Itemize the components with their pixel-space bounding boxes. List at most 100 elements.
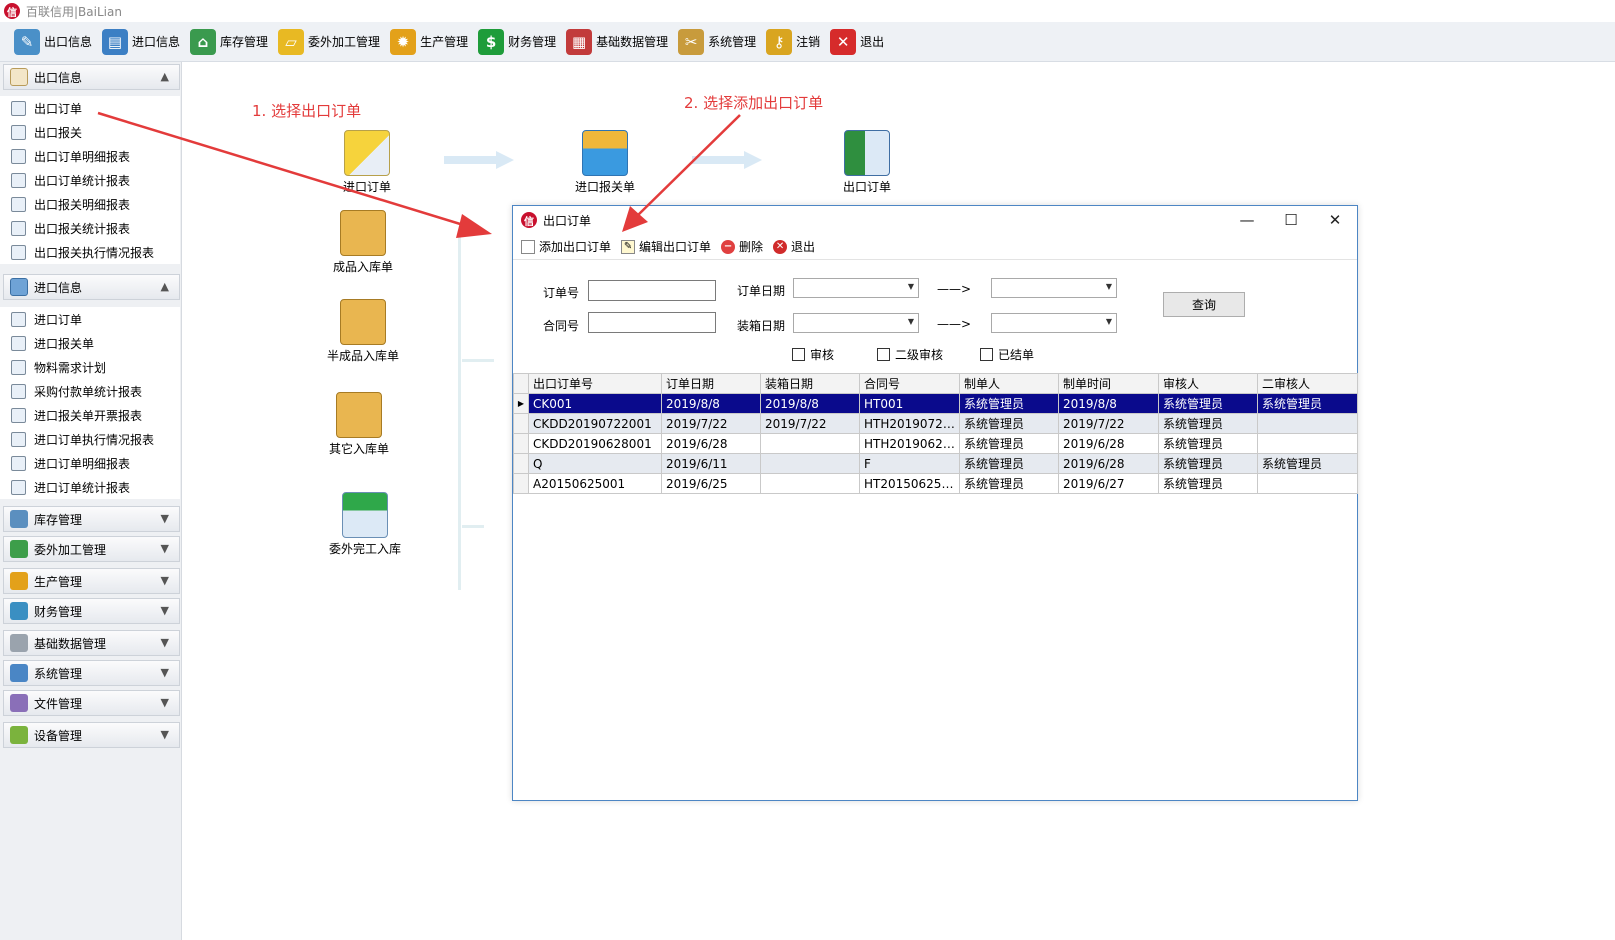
table-cell[interactable]: 2019/6/11: [661, 453, 761, 474]
table-cell[interactable]: 2019/6/28: [1058, 453, 1159, 474]
table-cell[interactable]: CKDD20190722001: [528, 413, 662, 434]
window-tool-2[interactable]: − 删除: [721, 238, 763, 255]
sidebar-item-import-6[interactable]: 进口订单明细报表: [0, 451, 180, 475]
row-pointer-icon[interactable]: ▶: [513, 393, 529, 414]
sidebar-item-export-3[interactable]: 出口订单统计报表: [0, 168, 180, 192]
query-button[interactable]: 查询: [1163, 292, 1245, 317]
table-cell[interactable]: HTH20190628...: [859, 433, 960, 454]
table-cell[interactable]: 系统管理员: [959, 393, 1059, 414]
packing-date-to-select[interactable]: ▼: [991, 313, 1117, 333]
toolbar-item-8[interactable]: ⚷ 注销: [762, 25, 826, 59]
table-row[interactable]: CKDD20190628001 2019/6/28 HTH20190628... 系统…: [513, 433, 1358, 454]
toolbar-item-5[interactable]: $ 财务管理: [474, 25, 562, 59]
row-header[interactable]: [513, 433, 529, 454]
order-date-from-select[interactable]: ▼: [793, 278, 919, 298]
toolbar-item-2[interactable]: ⌂ 库存管理: [186, 25, 274, 59]
table-cell[interactable]: A20150625001: [528, 473, 662, 494]
toolbar-item-6[interactable]: ▦ 基础数据管理: [562, 25, 674, 59]
sidebar-item-export-2[interactable]: 出口订单明细报表: [0, 144, 180, 168]
table-cell[interactable]: [1257, 413, 1358, 434]
table-cell[interactable]: 系统管理员: [1158, 413, 1258, 434]
sidebar-item-export-6[interactable]: 出口报关执行情况报表: [0, 240, 180, 264]
table-cell[interactable]: Q: [528, 453, 662, 474]
table-cell[interactable]: [760, 433, 860, 454]
minimize-button[interactable]: —: [1227, 208, 1267, 232]
window-tool-1[interactable]: ✎ 编辑出口订单: [621, 238, 711, 255]
table-cell[interactable]: 2019/6/27: [1058, 473, 1159, 494]
table-cell[interactable]: 2019/7/22: [760, 413, 860, 434]
sidebar-group-3[interactable]: 财务管理 ▼: [3, 598, 180, 624]
toolbar-item-1[interactable]: ▤ 进口信息: [98, 25, 186, 59]
sidebar-item-import-3[interactable]: 采购付款单统计报表: [0, 379, 180, 403]
table-cell[interactable]: CKDD20190628001: [528, 433, 662, 454]
table-cell[interactable]: F: [859, 453, 960, 474]
workflow-node-export-order[interactable]: 出口订单: [812, 130, 922, 195]
contract-no-input[interactable]: [588, 312, 716, 333]
sidebar-item-import-2[interactable]: 物料需求计划: [0, 355, 180, 379]
workflow-node-finished-goods-receipt[interactable]: 成品入库单: [308, 210, 418, 275]
table-cell[interactable]: 2019/6/28: [1058, 433, 1159, 454]
sidebar-group-0[interactable]: 库存管理 ▼: [3, 506, 180, 532]
sidebar-item-import-5[interactable]: 进口订单执行情况报表: [0, 427, 180, 451]
sidebar-group-7[interactable]: 设备管理 ▼: [3, 722, 180, 748]
second-approval-checkbox[interactable]: 二级审核: [877, 346, 943, 363]
table-cell[interactable]: 系统管理员: [959, 413, 1059, 434]
sidebar-item-import-1[interactable]: 进口报关单: [0, 331, 180, 355]
workflow-node-semi-finished-receipt[interactable]: 半成品入库单: [308, 299, 418, 364]
workflow-node-import-declaration[interactable]: 进口报关单: [550, 130, 660, 195]
column-header[interactable]: 出口订单号: [528, 373, 662, 394]
table-row[interactable]: CKDD20190722001 2019/7/22 2019/7/22 HTH2019…: [513, 413, 1358, 434]
column-header[interactable]: 审核人: [1158, 373, 1258, 394]
approved-checkbox[interactable]: 审核: [792, 346, 834, 363]
table-cell[interactable]: 系统管理员: [959, 453, 1059, 474]
table-cell[interactable]: [1257, 473, 1358, 494]
order-no-input[interactable]: [588, 280, 716, 301]
sidebar-item-export-0[interactable]: 出口订单: [0, 96, 180, 120]
closed-order-checkbox[interactable]: 已结单: [980, 346, 1034, 363]
table-cell[interactable]: 系统管理员: [1257, 453, 1358, 474]
workflow-node-import-order[interactable]: 进口订单: [312, 130, 422, 195]
sidebar-item-import-4[interactable]: 进口报关单开票报表: [0, 403, 180, 427]
sidebar-item-export-1[interactable]: 出口报关: [0, 120, 180, 144]
packing-date-from-select[interactable]: ▼: [793, 313, 919, 333]
table-cell[interactable]: 系统管理员: [1158, 433, 1258, 454]
maximize-button[interactable]: ☐: [1271, 208, 1311, 232]
table-cell[interactable]: [1257, 433, 1358, 454]
table-cell[interactable]: 2019/8/8: [760, 393, 860, 414]
close-button[interactable]: ✕: [1315, 208, 1355, 232]
column-header[interactable]: 装箱日期: [760, 373, 860, 394]
table-cell[interactable]: 系统管理员: [959, 473, 1059, 494]
sidebar-item-import-0[interactable]: 进口订单: [0, 307, 180, 331]
table-cell[interactable]: 2019/6/28: [661, 433, 761, 454]
table-cell[interactable]: 2019/8/8: [1058, 393, 1159, 414]
workflow-node-outsourced-receipt[interactable]: 委外完工入库: [310, 492, 420, 557]
table-cell[interactable]: HT20150625001: [859, 473, 960, 494]
row-header[interactable]: [513, 453, 529, 474]
table-cell[interactable]: HT001: [859, 393, 960, 414]
toolbar-item-7[interactable]: ✂ 系统管理: [674, 25, 762, 59]
toolbar-item-9[interactable]: ✕ 退出: [826, 25, 890, 59]
order-date-to-select[interactable]: ▼: [991, 278, 1117, 298]
table-cell[interactable]: 2019/7/22: [1058, 413, 1159, 434]
column-header[interactable]: 二审核人: [1257, 373, 1358, 394]
table-cell[interactable]: [760, 473, 860, 494]
workflow-node-other-receipt[interactable]: 其它入库单: [304, 392, 414, 457]
table-cell[interactable]: 2019/8/8: [661, 393, 761, 414]
column-header[interactable]: 合同号: [859, 373, 960, 394]
row-header[interactable]: [513, 473, 529, 494]
table-cell[interactable]: 2019/6/25: [661, 473, 761, 494]
sidebar-item-export-4[interactable]: 出口报关明细报表: [0, 192, 180, 216]
table-cell[interactable]: 系统管理员: [1158, 473, 1258, 494]
row-header[interactable]: [513, 413, 529, 434]
table-cell[interactable]: 系统管理员: [1158, 393, 1258, 414]
table-cell[interactable]: 2019/7/22: [661, 413, 761, 434]
sidebar-group-6[interactable]: 文件管理 ▼: [3, 690, 180, 716]
column-header[interactable]: 制单人: [959, 373, 1059, 394]
table-cell[interactable]: CK001: [528, 393, 662, 414]
toolbar-item-3[interactable]: ▱ 委外加工管理: [274, 25, 386, 59]
sidebar-group-2[interactable]: 生产管理 ▼: [3, 568, 180, 594]
table-row[interactable]: ▶ CK001 2019/8/8 2019/8/8 HT001 系统管理员 2019/8/8…: [513, 393, 1358, 414]
sidebar-item-import-7[interactable]: 进口订单统计报表: [0, 475, 180, 499]
table-row[interactable]: Q 2019/6/11 F 系统管理员 2019/6/28 系统管理员 系统管理员: [513, 453, 1358, 474]
table-cell[interactable]: HTH20190722...: [859, 413, 960, 434]
